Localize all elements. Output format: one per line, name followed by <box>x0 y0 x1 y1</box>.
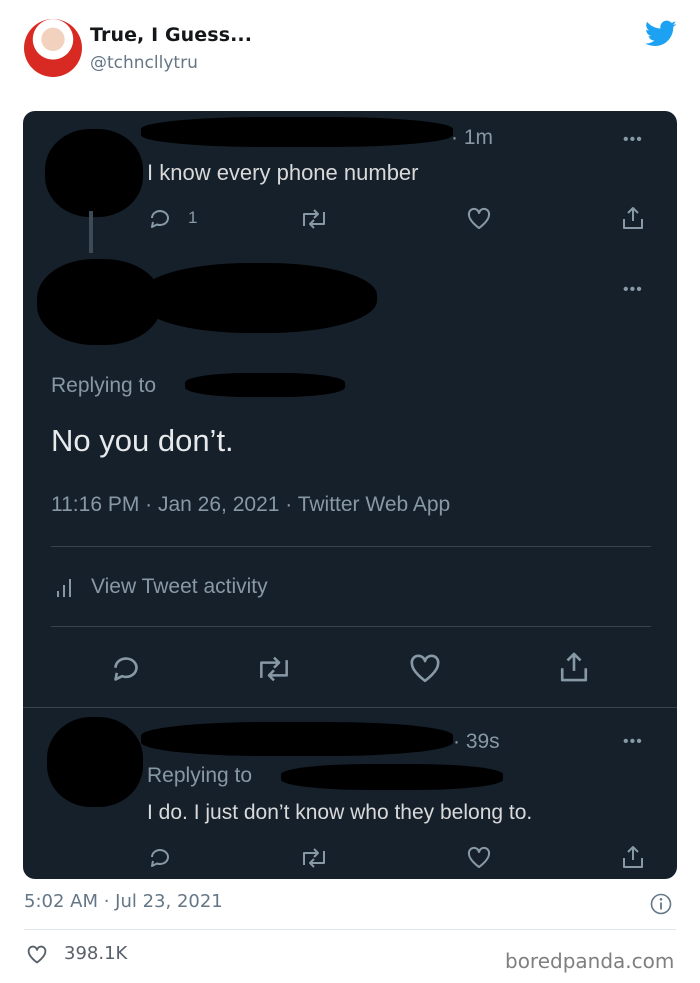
reply-time: · 1m <box>451 126 493 149</box>
author-handle[interactable]: @tchncllytru <box>90 53 198 73</box>
view-tweet-activity[interactable]: View Tweet activity <box>91 575 268 599</box>
reply-text: I know every phone number <box>147 160 419 185</box>
tweet-meta: 11:16 PM · Jan 26, 2021 · Twitter Web Ap… <box>51 493 451 516</box>
divider <box>23 707 677 708</box>
more-icon[interactable]: ••• <box>623 733 643 751</box>
author-name[interactable]: True, I Guess... <box>90 24 252 46</box>
retweet-icon[interactable] <box>255 655 293 683</box>
share-icon[interactable] <box>557 650 591 684</box>
redacted-username <box>141 117 453 147</box>
watermark: boredpanda.com <box>505 949 675 973</box>
info-icon[interactable] <box>650 893 672 915</box>
redacted-username <box>139 263 377 333</box>
reply-icon[interactable] <box>147 207 173 231</box>
redacted-avatar <box>47 717 143 807</box>
like-count: 398.1K <box>64 943 128 964</box>
replying-to-label: Replying to <box>51 374 157 397</box>
replying-to-label: Replying to <box>147 764 253 787</box>
author-avatar[interactable] <box>24 19 82 77</box>
footer-divider <box>24 929 676 930</box>
divider <box>51 626 651 627</box>
tweet-header: True, I Guess... @tchncllytru <box>0 0 700 100</box>
like-icon[interactable] <box>466 207 492 231</box>
reply-count: 1 <box>188 208 198 227</box>
embedded-tweet-screenshot: · 1m ••• I know every phone number 1 •••… <box>23 111 677 879</box>
like-icon[interactable] <box>408 653 442 685</box>
thread-line <box>89 211 93 253</box>
reply-text: I do. I just don’t know who they belong … <box>147 801 533 824</box>
divider <box>51 546 651 547</box>
redacted-avatar <box>45 129 143 217</box>
share-icon[interactable] <box>620 844 646 870</box>
more-icon[interactable]: ••• <box>623 281 643 299</box>
reply-time: · 39s <box>453 730 500 753</box>
main-tweet-text: No you don’t. <box>51 423 234 458</box>
tweet-timestamp[interactable]: 5:02 AM · Jul 23, 2021 <box>24 891 223 912</box>
heart-icon[interactable] <box>26 945 48 965</box>
reply-icon[interactable] <box>147 846 173 870</box>
more-icon[interactable]: ••• <box>623 131 643 149</box>
share-icon[interactable] <box>620 205 646 231</box>
reply-icon[interactable] <box>109 653 143 685</box>
retweet-icon[interactable] <box>299 847 329 869</box>
redacted-mention <box>281 764 503 790</box>
bar-chart-icon <box>55 577 75 599</box>
retweet-icon[interactable] <box>299 208 329 230</box>
redacted-mention <box>185 373 345 397</box>
twitter-bird-icon[interactable] <box>644 20 677 48</box>
redacted-username <box>141 722 453 756</box>
like-icon[interactable] <box>466 846 492 870</box>
